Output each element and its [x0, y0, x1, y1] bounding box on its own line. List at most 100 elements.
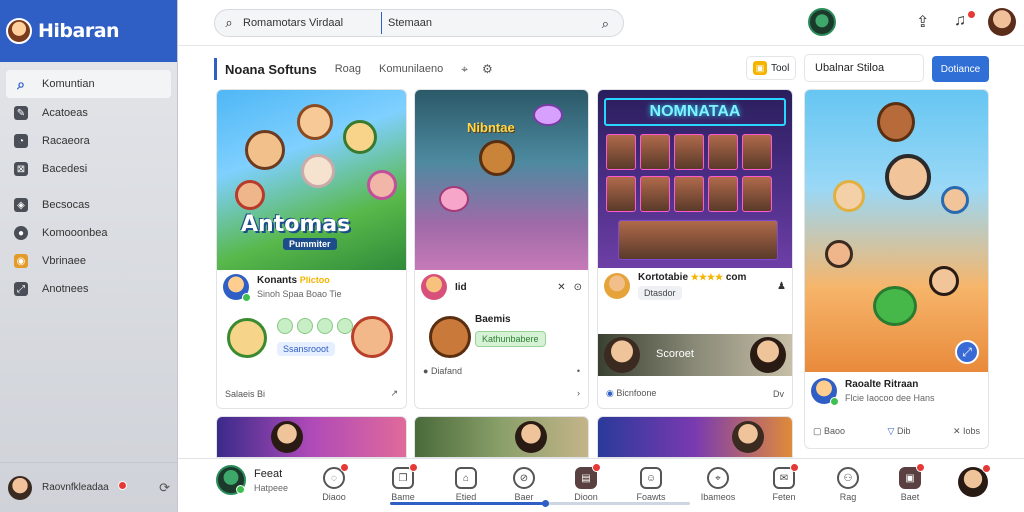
pin-icon[interactable]: ⌖ [461, 62, 468, 77]
sidebar-item-label: Acatoeas [42, 107, 88, 119]
video-banner[interactable]: Scoroet [598, 334, 792, 376]
card-artwork: Nibntae [415, 90, 588, 270]
dock-item-6[interactable]: ☺ Foawts [625, 467, 677, 502]
search-divider [381, 12, 382, 34]
dock-item-3[interactable]: ⌂ Etied [440, 467, 492, 502]
sidebar-user[interactable]: Raovnfkleadaa ⟳ [0, 462, 178, 512]
sidebar-item-label: Bacedesi [42, 163, 88, 175]
notification-badge [592, 463, 601, 472]
dock-item-9[interactable]: ⚇ Rag [822, 467, 874, 502]
cartoon-character [343, 120, 377, 154]
status-chip[interactable]: Ubalnar Stiloa [804, 54, 924, 82]
card-footer: Salaeis Bi ↗ [225, 388, 398, 399]
feed-thumbnail-3[interactable] [597, 416, 793, 458]
brand-header[interactable]: Hibaran [0, 0, 177, 62]
avatar [216, 465, 246, 495]
avatar [750, 337, 786, 373]
sidebar-item-7[interactable]: ◉ Vbrinaee [6, 248, 171, 274]
pig-character [439, 186, 469, 212]
refresh-icon[interactable]: ⟳ [159, 480, 170, 496]
sidebar-item-6[interactable]: ● Komooonbea [6, 220, 171, 246]
person-icon[interactable]: ♟ [777, 281, 786, 292]
more-dot-icon[interactable]: • [577, 366, 580, 376]
card-info-row: ● Diafand • [423, 366, 580, 376]
card-art-subtitle: Pummiter [283, 238, 337, 250]
content-card-3[interactable]: NOMNATAA Kortotabie ★★★★ com Dtasdor ♟ S… [597, 89, 793, 409]
author-meta: Sinoh Spaa Boao Tie [257, 289, 342, 299]
close-icon[interactable]: ✕ [557, 282, 565, 293]
sidebar-item-1[interactable]: ⌕ Komuntian [6, 70, 171, 98]
sidebar-nav: ⌕ Komuntian ✎ Acatoeas ◔ Racaeora ⊠ Bace… [0, 62, 177, 302]
tag-chip[interactable]: Kathunbabere [475, 331, 546, 347]
dock-item-10[interactable]: ▣ Baet [884, 463, 936, 502]
search-input-secondary[interactable] [388, 17, 588, 29]
tab-2[interactable]: Komunilaeno [379, 63, 443, 75]
shield-icon: ◈ [14, 198, 28, 212]
profile-avatar[interactable] [808, 8, 836, 36]
reaction-row: Ssansrooot [277, 318, 353, 357]
feed-thumbnail-2[interactable] [414, 416, 589, 458]
share-icon[interactable]: ↗ [390, 388, 398, 399]
footer-label: ◉ Bicnfoone [606, 388, 657, 398]
cartoon-character [885, 154, 931, 200]
dock-user[interactable]: Feeat Hatpeee [216, 465, 288, 495]
tab-1[interactable]: Roag [335, 63, 361, 75]
message-icon: ✉ [773, 463, 799, 489]
footer-action[interactable]: Dv [773, 389, 784, 399]
dock-item-7[interactable]: ⌖ Ibameos [692, 467, 744, 502]
avatar [604, 337, 640, 373]
dock-item-8[interactable]: ✉ Feten [758, 463, 810, 502]
people-icon: ⚇ [837, 467, 859, 489]
content-card-4[interactable]: ⤢ Raoalte Ritraan Flcie Iaocoo dee Hans … [804, 89, 989, 449]
cartoon-character [297, 104, 333, 140]
media-icon: ▤ [575, 463, 601, 489]
search-input[interactable] [243, 17, 375, 29]
content-card-2[interactable]: Nibntae Iid ✕ ⊙ Baemis Kathunbabere ● Di… [414, 89, 589, 409]
bell-icon[interactable]: ♫ [954, 12, 966, 30]
tag-chip[interactable]: Dtasdor [638, 286, 682, 300]
face-icon: ☺ [640, 467, 662, 489]
search-icon[interactable]: ⌕ [215, 15, 243, 31]
video-tile [640, 134, 670, 170]
user-avatar[interactable] [988, 8, 1016, 36]
banner-label: Scoroet [656, 348, 694, 360]
dock-item-5[interactable]: ▤ Dioon [560, 463, 612, 502]
sidebar-item-3[interactable]: ◔ Racaeora [6, 128, 171, 154]
video-tile [708, 134, 738, 170]
content-card-1[interactable]: Antomas Pummiter Konants Plictoo Sinoh S… [216, 89, 407, 409]
feed-thumbnail-1[interactable] [216, 416, 407, 458]
dock-item-4[interactable]: ⊘ Baer [498, 467, 550, 502]
sidebar-item-4[interactable]: ⊠ Bacedesi [6, 156, 171, 182]
dock-item-2[interactable]: ❐ Bame [377, 463, 429, 502]
card-detail: Baemis Kathunbabere [475, 314, 546, 347]
author-name: Iid [455, 281, 467, 293]
horizontal-scrollbar[interactable] [390, 500, 690, 507]
sidebar-item-2[interactable]: ✎ Acatoeas [6, 100, 171, 126]
cartoon-character [301, 154, 335, 188]
dock-item-1[interactable]: ◌ Diaoo [308, 463, 360, 502]
video-tile [742, 134, 772, 170]
dock-profile-avatar[interactable] [958, 464, 991, 497]
game-icon: ◉ [14, 254, 28, 268]
primary-button[interactable]: Dotiance [932, 56, 989, 82]
footer-action-1[interactable]: ▢ Baoo [813, 426, 845, 437]
chevron-right-icon[interactable]: › [577, 388, 580, 398]
tool-chip[interactable]: ▣ Tool [746, 56, 797, 80]
sidebar-item-label: Anotnees [42, 283, 89, 295]
tag-chip[interactable]: Ssansrooot [277, 342, 335, 356]
footer-action-2[interactable]: ▽ Dib [888, 426, 911, 437]
sidebar-item-8[interactable]: ⤢ Anotnees [6, 276, 171, 302]
footer-action-3[interactable]: ✕ Iobs [953, 426, 980, 437]
more-icon[interactable]: ⊙ [574, 282, 582, 293]
image-icon: ▣ [899, 463, 925, 489]
cartoon-character [245, 130, 285, 170]
author-meta: Flcie Iaocoo dee Hans [845, 393, 935, 403]
expand-icon[interactable]: ⤢ [955, 340, 979, 364]
sidebar-item-5[interactable]: ◈ Becsocas [6, 192, 171, 218]
search-submit-icon[interactable]: ⌕ [602, 16, 609, 32]
brand-avatar [6, 18, 32, 44]
scrollbar-thumb[interactable] [390, 502, 546, 505]
settings-icon[interactable]: ⚙ [482, 62, 493, 76]
scrollbar-knob[interactable] [542, 500, 549, 507]
share-icon[interactable]: ⇪ [916, 12, 929, 32]
